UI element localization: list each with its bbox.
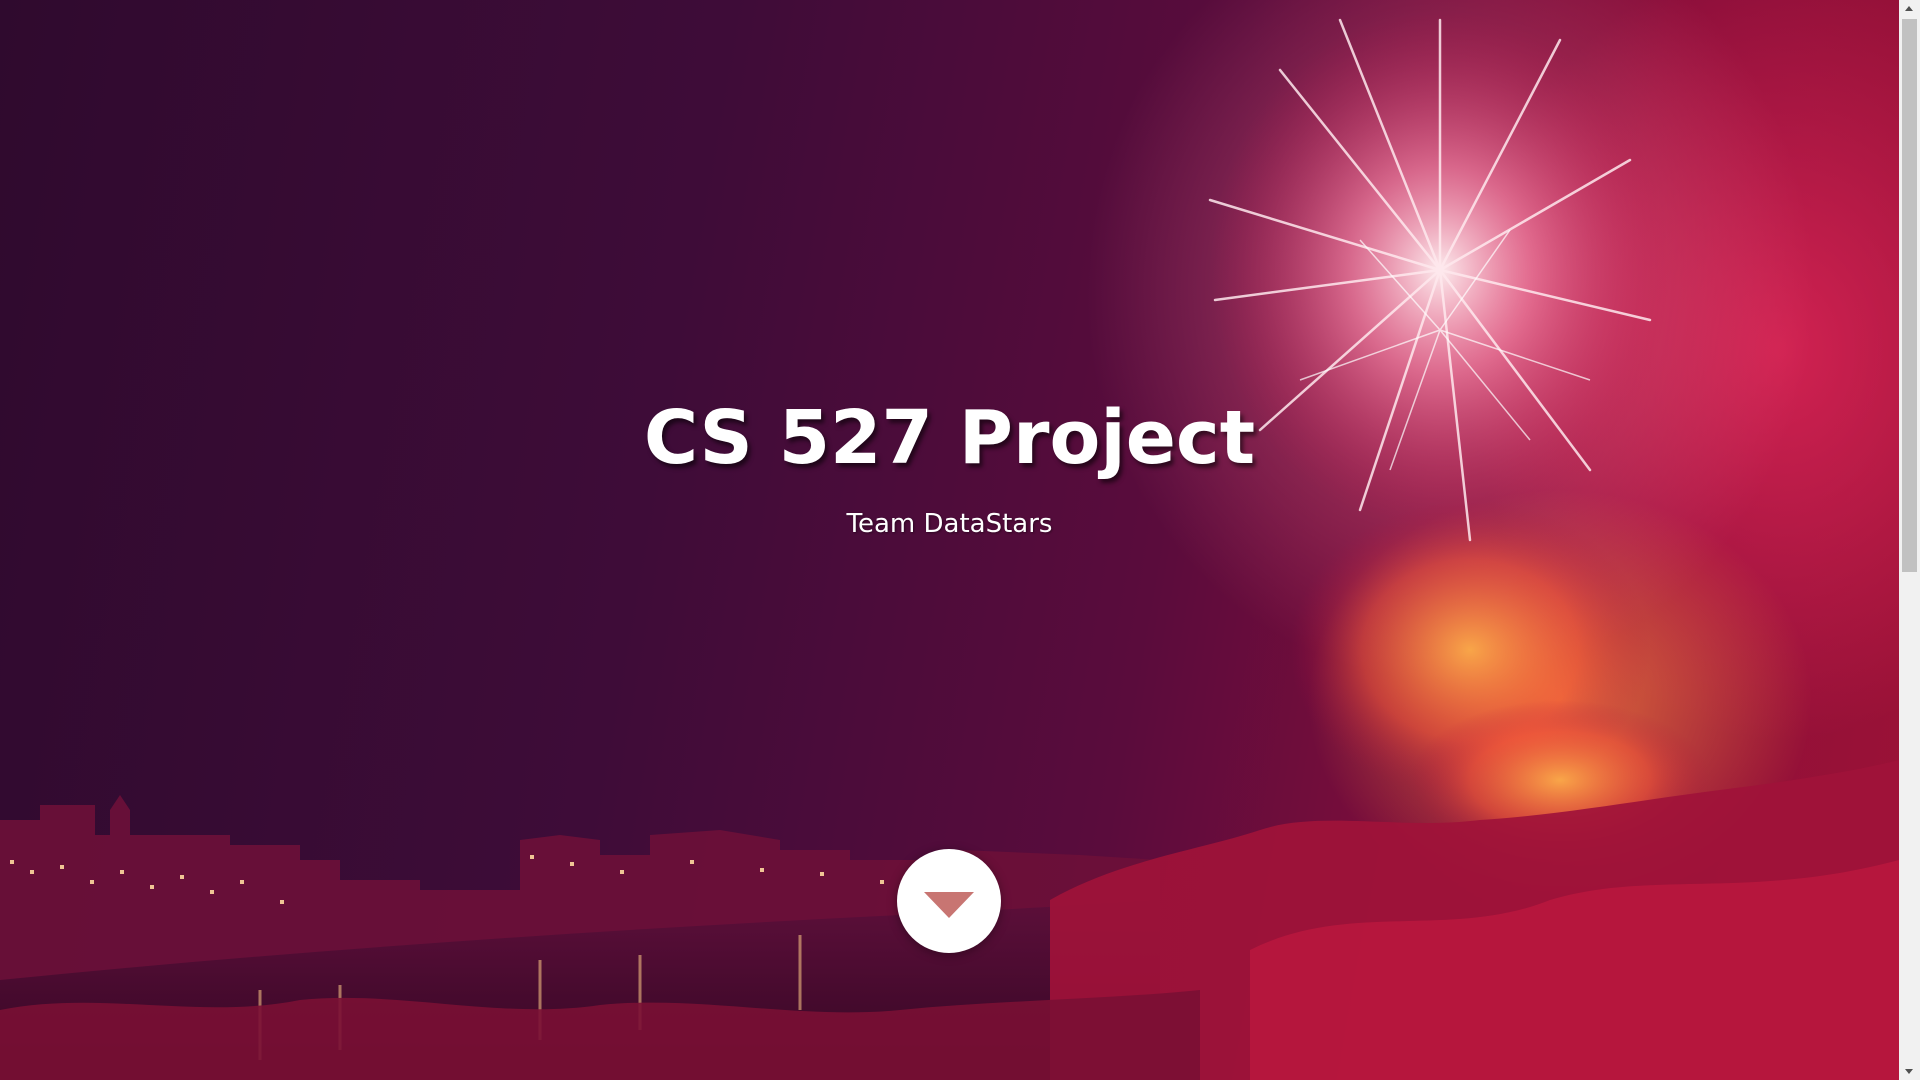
hero-section: CS 527 Project Team DataStars — [0, 0, 1899, 1080]
hero-title-block: CS 527 Project Team DataStars — [0, 395, 1899, 539]
chevron-down-icon — [924, 892, 974, 918]
scrollbar-thumb[interactable] — [1902, 19, 1917, 572]
scroll-up-arrow-icon[interactable] — [1899, 0, 1920, 17]
page-title: CS 527 Project — [643, 395, 1256, 481]
browser-viewport: CS 527 Project Team DataStars — [0, 0, 1920, 1080]
vertical-scrollbar[interactable] — [1899, 0, 1920, 1080]
scroll-down-button[interactable] — [897, 849, 1001, 953]
page-subtitle: Team DataStars — [846, 509, 1053, 539]
scroll-down-arrow-icon[interactable] — [1899, 1063, 1920, 1080]
